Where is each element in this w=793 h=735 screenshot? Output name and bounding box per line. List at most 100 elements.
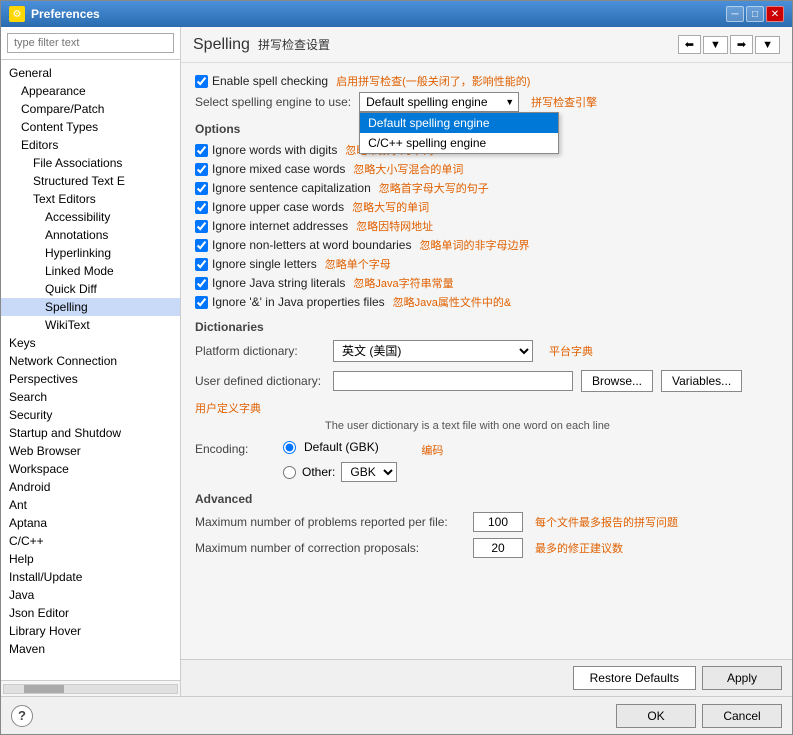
sidebar-item-workspace[interactable]: Workspace [1, 460, 180, 478]
engine-row: Select spelling engine to use: Default s… [195, 92, 778, 112]
forward-button[interactable]: ➡ [730, 35, 753, 54]
cb-nonletters-label: Ignore non-letters at word boundaries [212, 238, 411, 252]
restore-defaults-button[interactable]: Restore Defaults [573, 666, 696, 690]
sidebar-item-keys[interactable]: Keys [1, 334, 180, 352]
nav-dropdown-button[interactable]: ▼ [703, 36, 728, 54]
sidebar-item-editors[interactable]: Editors [1, 136, 180, 154]
sidebar-item-general[interactable]: General [1, 64, 180, 82]
sidebar-item-wikitext[interactable]: WikiText [1, 316, 180, 334]
cb-sentence-input[interactable] [195, 182, 208, 195]
sidebar-item-content-types[interactable]: Content Types [1, 118, 180, 136]
sidebar-item-accessibility[interactable]: Accessibility [1, 208, 180, 226]
window-icon: ⚙ [9, 6, 25, 22]
sidebar-item-security[interactable]: Security [1, 406, 180, 424]
sidebar-item-ant[interactable]: Ant [1, 496, 180, 514]
encoding-section: Encoding: Default (GBK) Other: [195, 440, 778, 482]
encoding-default-label: Default (GBK) [304, 440, 379, 454]
cb-internet-input[interactable] [195, 220, 208, 233]
sidebar-item-startup[interactable]: Startup and Shutdow [1, 424, 180, 442]
sidebar-item-network[interactable]: Network Connection [1, 352, 180, 370]
sidebar-item-aptana[interactable]: Aptana [1, 514, 180, 532]
platform-dict-select[interactable]: 英文 (美国) [333, 340, 533, 362]
user-dict-input[interactable] [333, 371, 573, 391]
cb-ignore-ampersand: Ignore '&' in Java properties files 忽略Ja… [195, 294, 778, 310]
help-button[interactable]: ? [11, 705, 33, 727]
engine-option-default[interactable]: Default spelling engine [360, 113, 558, 133]
content-area: Spelling 拼写检查设置 ⬅ ▼ ➡ ▼ Enable spell che… [181, 27, 792, 696]
sidebar-item-cplusplus[interactable]: C/C++ [1, 532, 180, 550]
sidebar-item-java[interactable]: Java [1, 586, 180, 604]
cb-ignore-single: Ignore single letters 忽略单个字母 [195, 256, 778, 272]
sidebar-item-json-editor[interactable]: Json Editor [1, 604, 180, 622]
sidebar-item-maven[interactable]: Maven [1, 640, 180, 658]
sidebar-item-library-hover[interactable]: Library Hover [1, 622, 180, 640]
sidebar-item-android[interactable]: Android [1, 478, 180, 496]
maximize-button[interactable]: □ [746, 6, 764, 22]
filter-input[interactable] [7, 33, 174, 53]
user-dict-row: User defined dictionary: Browse... Varia… [195, 370, 778, 392]
sidebar-item-spelling[interactable]: Spelling [1, 298, 180, 316]
sidebar-item-structured-text[interactable]: Structured Text E [1, 172, 180, 190]
sidebar-item-perspectives[interactable]: Perspectives [1, 370, 180, 388]
browse-button[interactable]: Browse... [581, 370, 653, 392]
sidebar-item-web-browser[interactable]: Web Browser [1, 442, 180, 460]
apply-button[interactable]: Apply [702, 666, 782, 690]
cb-nonletters-input[interactable] [195, 239, 208, 252]
cb-ignore-internet: Ignore internet addresses 忽略因特网地址 [195, 218, 778, 234]
bottom-bar: ? OK Cancel [1, 696, 792, 734]
cb-ampersand-input[interactable] [195, 296, 208, 309]
enable-spell-checkbox[interactable] [195, 75, 208, 88]
cancel-button[interactable]: Cancel [702, 704, 782, 728]
max-corrections-row: Maximum number of correction proposals: … [195, 538, 778, 558]
platform-dict-row: Platform dictionary: 英文 (美国) 平台字典 [195, 340, 778, 362]
sidebar-item-linked-mode[interactable]: Linked Mode [1, 262, 180, 280]
cb-java-input[interactable] [195, 277, 208, 290]
close-button[interactable]: ✕ [766, 6, 784, 22]
sidebar-item-appearance[interactable]: Appearance [1, 82, 180, 100]
sidebar-item-hyperlinking[interactable]: Hyperlinking [1, 244, 180, 262]
cb-upper-input[interactable] [195, 201, 208, 214]
horizontal-scrollbar[interactable] [1, 680, 180, 696]
title-bar: ⚙ Preferences ─ □ ✕ [1, 1, 792, 27]
encoding-other-select[interactable]: GBK [341, 462, 397, 482]
max-problems-row: Maximum number of problems reported per … [195, 512, 778, 532]
cb-sentence-cn: 忽略首字母大写的句子 [379, 180, 489, 196]
variables-button[interactable]: Variables... [661, 370, 742, 392]
cb-ignore-mixed: Ignore mixed case words 忽略大小写混合的单词 [195, 161, 778, 177]
encoding-default-radio[interactable] [283, 441, 296, 454]
ok-button[interactable]: OK [616, 704, 696, 728]
encoding-default-row: Default (GBK) [283, 440, 397, 454]
sidebar-item-compare-patch[interactable]: Compare/Patch [1, 100, 180, 118]
encoding-other-radio[interactable] [283, 466, 296, 479]
platform-dict-cn: 平台字典 [549, 343, 593, 359]
sidebar-item-annotations[interactable]: Annotations [1, 226, 180, 244]
cb-ignore-nonletters: Ignore non-letters at word boundaries 忽略… [195, 237, 778, 253]
max-problems-input[interactable]: 100 [473, 512, 523, 532]
cb-single-input[interactable] [195, 258, 208, 271]
user-dict-cn-row: 用户定义字典 [195, 400, 778, 416]
sidebar-item-file-associations[interactable]: File Associations [1, 154, 180, 172]
nav-dropdown2-button[interactable]: ▼ [755, 36, 780, 54]
sidebar-item-quick-diff[interactable]: Quick Diff [1, 280, 180, 298]
engine-dropdown[interactable]: Default spelling engine [359, 92, 519, 112]
sidebar-item-install-update[interactable]: Install/Update [1, 568, 180, 586]
cb-ignore-java: Ignore Java string literals 忽略Java字符串常量 [195, 275, 778, 291]
max-corrections-label: Maximum number of correction proposals: [195, 541, 465, 555]
back-button[interactable]: ⬅ [678, 35, 701, 54]
max-corrections-input[interactable]: 20 [473, 538, 523, 558]
engine-option-cpp[interactable]: C/C++ spelling engine [360, 133, 558, 153]
enable-spell-label: Enable spell checking [212, 74, 328, 88]
scroll-thumb [24, 685, 64, 693]
cb-mixed-input[interactable] [195, 163, 208, 176]
max-problems-cn: 每个文件最多报告的拼写问题 [535, 514, 678, 530]
minimize-button[interactable]: ─ [726, 6, 744, 22]
window-title: Preferences [31, 7, 100, 21]
sidebar-item-text-editors[interactable]: Text Editors [1, 190, 180, 208]
encoding-other-row: Other: GBK [283, 462, 397, 482]
sidebar-item-help[interactable]: Help [1, 550, 180, 568]
max-problems-label: Maximum number of problems reported per … [195, 515, 465, 529]
sidebar-item-search[interactable]: Search [1, 388, 180, 406]
user-dict-label: User defined dictionary: [195, 374, 325, 388]
cb-digits-input[interactable] [195, 144, 208, 157]
cb-upper-cn: 忽略大写的单词 [352, 199, 429, 215]
